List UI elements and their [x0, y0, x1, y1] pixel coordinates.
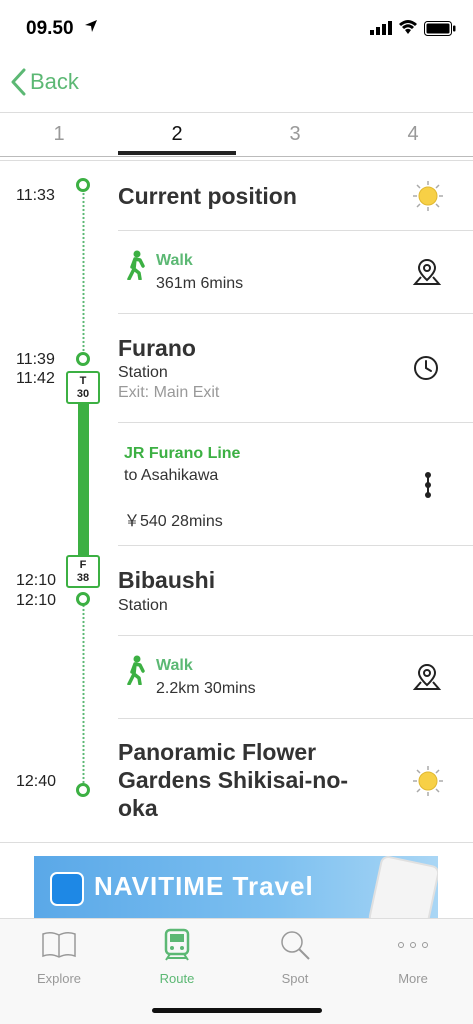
walk-detail: 361m 6mins [156, 275, 244, 292]
location-arrow-icon [85, 20, 97, 32]
back-label: Back [30, 69, 79, 94]
step-tabs: 1 2 3 4 [0, 112, 473, 158]
sun-icon [413, 181, 443, 211]
signal-icon [370, 21, 392, 35]
tab-label: Spot [281, 971, 309, 986]
tab-label: More [398, 971, 428, 986]
back-button[interactable]: Back [10, 68, 79, 96]
timeline-node [76, 352, 90, 366]
station-number-badge: T 30 [66, 371, 100, 404]
arrival-time: 12:10 [16, 572, 57, 589]
station-exit: Exit: Main Exit [118, 384, 220, 401]
tab-step-1[interactable]: 1 [0, 123, 118, 146]
stops-icon[interactable] [418, 471, 438, 499]
timeline-node [76, 592, 90, 606]
banner-text: NAVITIME Travel [94, 871, 314, 901]
tab-explore[interactable]: Explore [0, 927, 118, 986]
divider [0, 842, 473, 843]
departure-time: 11:42 [16, 370, 55, 387]
search-icon [281, 931, 310, 960]
navitime-logo-icon [50, 872, 84, 906]
station-number-badge: F 38 [66, 555, 100, 588]
arrival-time: 12:40 [16, 773, 57, 790]
tab-step-2[interactable]: 2 [118, 123, 236, 146]
tab-label: Explore [36, 971, 82, 986]
divider [118, 635, 473, 636]
clock-icon[interactable] [412, 354, 440, 382]
station-title: Furano [118, 335, 196, 361]
destination-title-line3: oka [118, 795, 158, 821]
divider [118, 230, 473, 231]
origin-title: Current position [118, 183, 297, 209]
walk-detail: 2.2km 30mins [156, 680, 256, 697]
walk-label: Walk [156, 252, 193, 269]
walk-label: Walk [156, 657, 193, 674]
divider [0, 160, 473, 161]
tab-step-4[interactable]: 4 [354, 123, 472, 146]
tab-label: Route [159, 971, 195, 986]
badge-station-number: 30 [76, 388, 90, 400]
navitime-travel-banner[interactable]: NAVITIME Travel [34, 856, 438, 918]
train-icon [164, 928, 190, 961]
tab-spot[interactable]: Spot [236, 927, 354, 986]
divider [118, 718, 473, 719]
train-line-name: JR Furano Line [124, 445, 241, 462]
badge-line-code: F [79, 559, 87, 571]
walk-path-line [82, 192, 85, 358]
map-pin-icon[interactable] [412, 662, 442, 692]
divider [0, 156, 473, 157]
home-indicator [152, 1008, 322, 1013]
departure-time: 12:10 [16, 592, 57, 609]
destination-title-line1: Panoramic Flower [118, 739, 317, 765]
battery-icon [424, 21, 456, 36]
wifi-icon [399, 20, 417, 34]
tab-step-3[interactable]: 3 [236, 123, 354, 146]
destination-title-line2: Gardens Shikisai-no- [118, 767, 349, 793]
timeline-node [76, 783, 90, 797]
sun-icon [413, 766, 443, 796]
phone-image [367, 856, 438, 918]
badge-line-code: T [79, 375, 87, 387]
station-title: Bibaushi [118, 567, 216, 593]
divider [118, 422, 473, 423]
arrival-time: 11:39 [16, 351, 55, 368]
divider [118, 545, 473, 546]
walk-path-line [82, 604, 85, 788]
tab-more[interactable]: More [354, 927, 472, 986]
train-path-line [78, 404, 89, 556]
more-icon [398, 942, 428, 948]
timeline-node [76, 178, 90, 192]
nav-bar: Back [0, 56, 473, 112]
book-icon [42, 931, 76, 958]
divider [118, 313, 473, 314]
status-time: 09.50 [26, 18, 74, 39]
status-bar: 09.50 [0, 0, 473, 56]
departure-time: 11:33 [16, 187, 55, 204]
train-direction: to Asahikawa [124, 467, 219, 484]
badge-station-number: 38 [76, 572, 90, 584]
station-type: Station [118, 364, 168, 381]
tab-active-indicator [118, 151, 236, 155]
train-fare-duration: ￥540 28mins [124, 513, 223, 530]
tab-route[interactable]: Route [118, 927, 236, 986]
chevron-left-icon [11, 68, 26, 96]
walk-icon [127, 655, 145, 685]
walk-icon [127, 250, 145, 280]
station-type: Station [118, 597, 168, 614]
map-pin-icon[interactable] [412, 257, 442, 287]
